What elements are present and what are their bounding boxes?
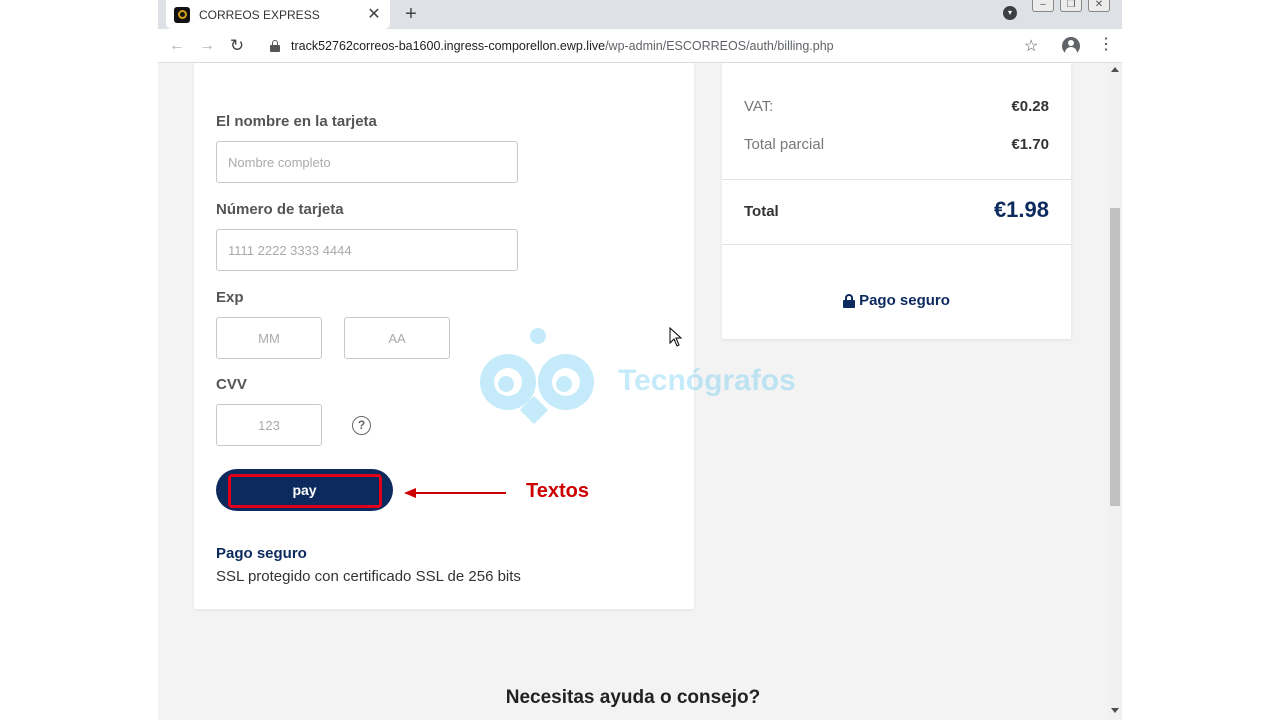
cardholder-name-input[interactable] [216, 141, 518, 183]
payment-form-card: El nombre en la tarjeta Número de tarjet… [194, 63, 694, 609]
close-window-button[interactable]: ✕ [1088, 0, 1110, 12]
site-favicon-icon [174, 6, 190, 23]
new-tab-button[interactable]: + [398, 2, 424, 26]
expiry-label: Exp [216, 289, 244, 306]
tab-strip: CORREOS EXPRESS ✕ + ▾ – ❐ ✕ [158, 0, 1122, 29]
vat-label: VAT: [744, 98, 774, 115]
window-controls: – ❐ ✕ [1032, 0, 1110, 12]
browser-window: CORREOS EXPRESS ✕ + ▾ – ❐ ✕ ← → ↻ track5… [158, 0, 1122, 720]
address-lock-icon[interactable] [270, 40, 280, 52]
help-heading: Necesitas ayuda o consejo? [505, 687, 761, 708]
annotation-arrow-icon [404, 488, 506, 498]
cvv-help-icon[interactable]: ? [352, 416, 371, 435]
url-host: track52762correos-ba1600.ingress-compore… [291, 39, 606, 53]
total-label: Total [744, 203, 779, 220]
cvv-input[interactable] [216, 404, 322, 446]
back-arrow-icon[interactable]: ← [166, 35, 188, 57]
scroll-up-arrow-icon[interactable] [1111, 67, 1119, 72]
order-summary-card: VAT: €0.28 Total parcial €1.70 Total €1.… [722, 63, 1071, 339]
scrollbar-thumb[interactable] [1110, 208, 1120, 506]
url-path: /wp-admin/ESCORREOS/auth/billing.php [605, 39, 834, 53]
summary-divider [722, 179, 1071, 180]
tab-title: CORREOS EXPRESS [199, 7, 320, 22]
total-value: €1.98 [993, 197, 1049, 222]
subtotal-label: Total parcial [744, 136, 825, 153]
browser-menu-icon[interactable]: ⋮ [1098, 35, 1114, 55]
forward-arrow-icon[interactable]: → [196, 35, 218, 57]
pay-button[interactable]: pay [216, 469, 393, 511]
mouse-cursor-icon [669, 327, 683, 347]
page-scrollbar[interactable] [1108, 63, 1122, 720]
tab-close-icon[interactable]: ✕ [366, 6, 382, 23]
browser-toolbar: ← → ↻ track52762correos-ba1600.ingress-c… [158, 29, 1122, 63]
cvv-label: CVV [216, 376, 247, 393]
annotation-label: Textos [526, 480, 589, 502]
summary-divider [722, 244, 1071, 245]
secure-payment-title: Pago seguro [216, 545, 307, 562]
restore-button[interactable]: ❐ [1060, 0, 1082, 12]
expiry-month-input[interactable] [216, 317, 322, 359]
subtotal-value: €1.70 [1011, 136, 1049, 153]
card-number-input[interactable] [216, 229, 518, 271]
reload-icon[interactable]: ↻ [226, 35, 248, 57]
page-viewport: El nombre en la tarjeta Número de tarjet… [158, 63, 1122, 720]
address-bar[interactable]: track52762correos-ba1600.ingress-compore… [291, 39, 834, 53]
tab-search-icon[interactable]: ▾ [1003, 6, 1017, 20]
secure-payment-label: Pago seguro [859, 292, 950, 309]
cardholder-name-label: El nombre en la tarjeta [216, 113, 377, 130]
vat-value: €0.28 [1011, 98, 1049, 115]
secure-payment-badge: Pago seguro [722, 292, 1071, 309]
minimize-button[interactable]: – [1032, 0, 1054, 12]
ssl-description: SSL protegido con certificado SSL de 256… [216, 568, 521, 585]
padlock-icon [843, 293, 856, 308]
bookmark-star-icon[interactable]: ☆ [1024, 36, 1038, 56]
profile-avatar-icon[interactable] [1062, 37, 1080, 55]
browser-tab[interactable]: CORREOS EXPRESS ✕ [166, 0, 390, 29]
card-number-label: Número de tarjeta [216, 201, 344, 218]
expiry-year-input[interactable] [344, 317, 450, 359]
scroll-down-arrow-icon[interactable] [1111, 708, 1119, 713]
